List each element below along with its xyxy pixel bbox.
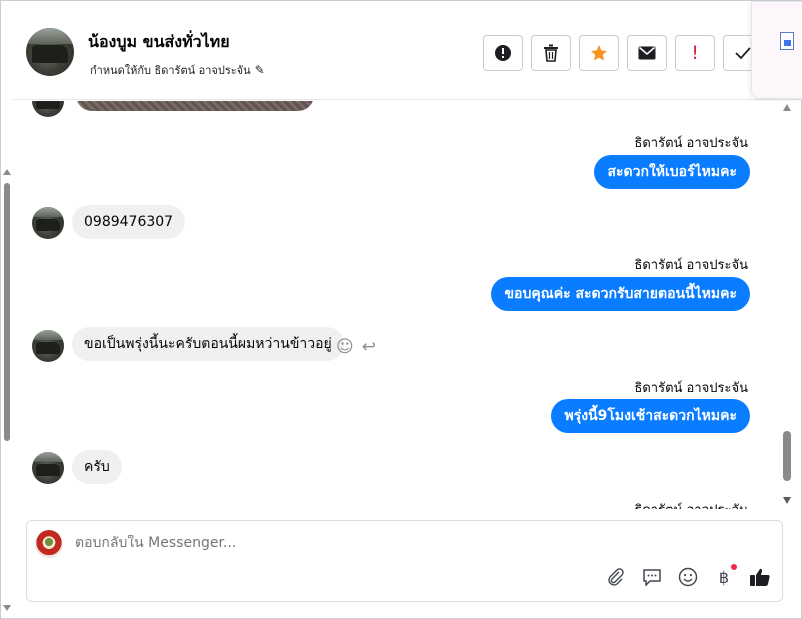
emoji-icon[interactable] [677,566,699,588]
incoming-message[interactable]: 0989476307 [72,205,186,239]
sender-name: ธิดารัตน์ อาจประจัน [634,136,748,151]
contact-name[interactable]: น้องบูม ขนส่งทั่วไทย [88,30,230,55]
contact-avatar[interactable] [26,28,74,76]
reply-composer: ฿ [26,520,783,602]
outgoing-message[interactable]: พรุ่งนี้9โมงเช้าสะดวกไหมคะ [551,399,750,433]
contact-avatar-small [32,101,64,117]
message-actions: ☺ ↩ [336,337,376,357]
alert-circle-icon [495,45,511,61]
baht-payment-icon[interactable]: ฿ [713,564,737,588]
conversation-header: น้องบูม ขนส่งทั่วไทย กำหนดให้กับ ธิดารัต… [13,1,802,100]
saved-reply-icon[interactable] [641,566,663,588]
scroll-up-arrow[interactable] [3,169,11,175]
reply-icon[interactable]: ↩ [362,337,376,357]
page-scrollbar-thumb[interactable] [4,183,10,441]
star-button[interactable] [579,35,619,71]
mark-unread-button[interactable] [627,35,667,71]
delete-button[interactable] [531,35,571,71]
sender-name: ธิดารัตน์ อาจประจัน [634,258,748,273]
contact-avatar-small [32,330,64,362]
reply-input[interactable] [75,535,725,551]
composer-toolbar: ฿ [605,564,771,588]
report-button[interactable] [483,35,523,71]
trash-icon [544,44,558,62]
scroll-down-arrow[interactable] [3,605,11,611]
incoming-message[interactable]: ขอเป็นพรุ่งนี้นะครับตอนนี้ผมหว่านข้าวอยู… [72,327,344,361]
follow-up-button[interactable]: ! [675,35,715,71]
thread-scroll-down-arrow[interactable] [783,497,791,504]
page-avatar [35,530,63,558]
thread-scrollbar-thumb[interactable] [783,431,791,481]
contact-avatar-small [32,207,64,239]
thread-scroll-up-arrow[interactable] [783,104,791,111]
star-icon [591,45,607,61]
check-icon [735,47,751,60]
document-icon[interactable] [780,32,794,50]
incoming-message[interactable]: ครับ [72,450,122,484]
side-popover[interactable] [751,1,802,99]
react-emoji-icon[interactable]: ☺ [336,337,354,357]
sender-name: ธิดารัตน์ อาจประจัน [634,381,748,396]
envelope-icon [638,46,656,60]
assignee-text: กำหนดให้กับ ธิดารัตน์ อาจประจัน [90,64,251,77]
message-thread[interactable]: ธิดารัตน์ อาจประจัน สะดวกให้เบอร์ไหมคะ 0… [13,101,783,509]
sender-name: ธิดารัตน์ อาจประจัน [634,499,748,509]
outgoing-message[interactable]: ขอบคุณค่ะ สะดวกรับสายตอนนี้ไหมคะ [491,277,750,311]
paperclip-icon[interactable] [605,566,627,588]
pencil-icon[interactable]: ✎ [255,63,265,77]
assignee-line[interactable]: กำหนดให้กับ ธิดารัตน์ อาจประจัน ✎ [90,61,265,79]
inbox-conversation-panel: น้องบูม ขนส่งทั่วไทย กำหนดให้กับ ธิดารัต… [0,0,802,619]
photo-message[interactable] [76,101,314,111]
contact-avatar-small [32,452,64,484]
outgoing-message[interactable]: สะดวกให้เบอร์ไหมคะ [594,155,750,189]
thumbs-up-icon[interactable] [749,566,771,588]
notification-dot [731,564,737,570]
exclamation-icon: ! [691,42,699,64]
